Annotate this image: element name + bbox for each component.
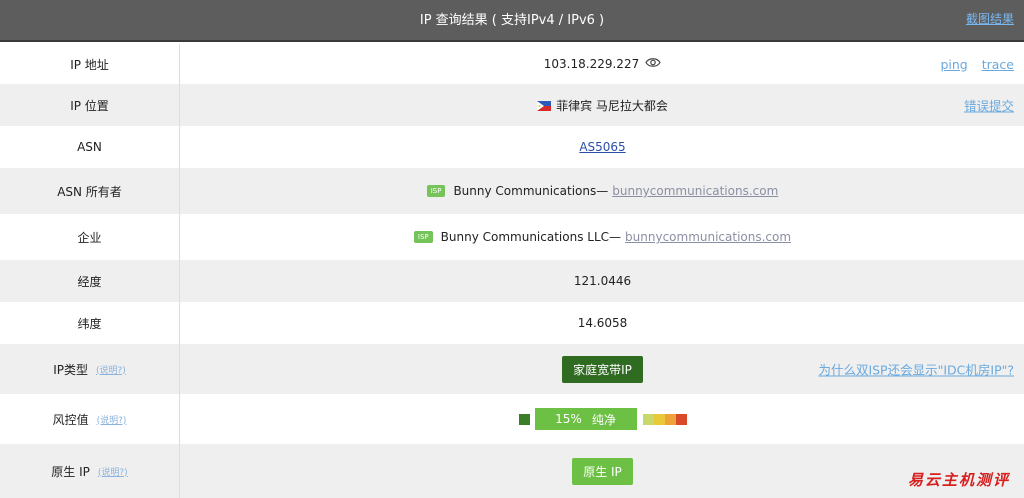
- isp-badge: ISP: [426, 185, 446, 197]
- trace-link[interactable]: trace: [982, 57, 1014, 72]
- ping-link[interactable]: ping: [940, 57, 967, 72]
- risk-percent: 15%: [555, 412, 582, 426]
- row-asn-owner: ASN 所有者 ISP Bunny Communications— bunnyc…: [0, 168, 1024, 214]
- native-ip-badge: 原生 IP: [572, 457, 633, 485]
- row-risk-score: 风控值 (说明?) 15% 纯净: [0, 394, 1024, 444]
- row-longitude: 经度 121.0446: [0, 260, 1024, 302]
- label-asn: ASN: [0, 126, 180, 168]
- risk-level-marker: [518, 413, 530, 425]
- row-ip-address: IP 地址 103.18.229.227 ping trace: [0, 44, 1024, 84]
- asn-owner-domain-link[interactable]: bunnycommunications.com: [612, 184, 778, 198]
- company-domain-link[interactable]: bunnycommunications.com: [625, 230, 791, 244]
- company-name: Bunny Communications LLC—: [440, 230, 622, 244]
- label-longitude: 经度: [0, 260, 180, 302]
- result-header: IP 查询结果 ( 支持IPv4 / IPv6 ) 截图结果: [0, 0, 1024, 42]
- dual-isp-question-link[interactable]: 为什么双ISP还会显示"IDC机房IP"?: [818, 360, 1014, 379]
- risk-help-link[interactable]: (说明?): [97, 413, 127, 426]
- risk-scale-segment: [642, 413, 654, 425]
- risk-text: 纯净: [591, 412, 616, 427]
- asn-owner-name: Bunny Communications—: [453, 184, 609, 198]
- row-asn: ASN AS5065: [0, 126, 1024, 168]
- watermark-logo: 易云主机测评: [907, 471, 1010, 489]
- philippines-flag-icon: [537, 100, 552, 111]
- row-company: 企业 ISP Bunny Communications LLC— bunnyco…: [0, 214, 1024, 260]
- ip-type-badge: 家庭宽带IP: [562, 355, 643, 383]
- header-title: IP 查询结果 ( 支持IPv4 / IPv6 ): [419, 13, 605, 28]
- ip-location-value: 菲律宾 马尼拉大都会: [556, 98, 668, 113]
- ip-address-value: 103.18.229.227: [543, 57, 640, 71]
- risk-scale-segment: [675, 413, 687, 425]
- label-ip-address: IP 地址: [0, 44, 180, 84]
- risk-score-bar: 15% 纯净: [534, 408, 637, 430]
- label-ip-location: IP 位置: [0, 84, 180, 126]
- latitude-value: 14.6058: [577, 316, 628, 330]
- asn-link[interactable]: AS5065: [579, 140, 625, 154]
- ip-type-help-link[interactable]: (说明?): [96, 363, 126, 376]
- risk-meter: 15% 纯净: [518, 408, 687, 430]
- eye-icon[interactable]: [645, 57, 661, 71]
- label-latitude: 纬度: [0, 302, 180, 344]
- row-ip-type: IP类型 (说明?) 家庭宽带IP 为什么双ISP还会显示"IDC机房IP"?: [0, 344, 1024, 394]
- report-error-link[interactable]: 错误提交: [964, 96, 1014, 115]
- isp-badge: ISP: [413, 231, 433, 243]
- native-help-link[interactable]: (说明?): [98, 465, 128, 478]
- longitude-value: 121.0446: [573, 274, 632, 288]
- risk-scale-segment: [653, 413, 665, 425]
- label-asn-owner: ASN 所有者: [0, 168, 180, 214]
- label-company: 企业: [0, 214, 180, 260]
- row-latitude: 纬度 14.6058: [0, 302, 1024, 344]
- risk-scale: [642, 413, 687, 425]
- label-native-ip: 原生 IP: [51, 464, 90, 479]
- label-ip-type: IP类型: [53, 362, 88, 377]
- label-risk-score: 风控值: [52, 412, 89, 427]
- screenshot-result-link[interactable]: 截图结果: [966, 10, 1014, 27]
- row-ip-location: IP 位置 菲律宾 马尼拉大都会 错误提交: [0, 84, 1024, 126]
- row-native-ip: 原生 IP (说明?) 原生 IP: [0, 444, 1024, 498]
- risk-scale-segment: [664, 413, 676, 425]
